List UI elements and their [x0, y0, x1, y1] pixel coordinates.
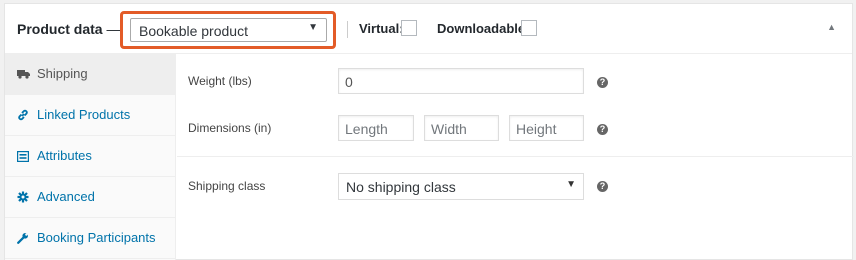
- width-input[interactable]: Width: [424, 115, 499, 141]
- shipping-class-select[interactable]: No shipping class ▼: [338, 173, 584, 200]
- product-data-panel: Product data — Bookable product ▼ Virtua…: [4, 3, 854, 260]
- tab-linked-products[interactable]: Linked Products: [5, 95, 175, 136]
- help-icon[interactable]: ?: [597, 77, 608, 88]
- chevron-down-icon: ▼: [308, 22, 318, 33]
- truck-icon: [17, 54, 31, 94]
- tab-label: Advanced: [37, 189, 95, 204]
- shipping-class-value: No shipping class: [346, 179, 456, 195]
- highlight-box: Bookable product ▼: [120, 11, 336, 49]
- height-input[interactable]: Height: [509, 115, 584, 141]
- shipping-panel: Weight (lbs) 0 ? Dimensions (in) Length …: [177, 54, 854, 260]
- tab-label: Shipping: [37, 66, 88, 81]
- panel-header: Product data — Bookable product ▼ Virtua…: [5, 4, 852, 54]
- tab-booking-participants[interactable]: Booking Participants: [5, 218, 175, 259]
- product-type-select[interactable]: Bookable product ▼: [130, 18, 327, 42]
- downloadable-checkbox[interactable]: [521, 20, 537, 36]
- divider: [347, 21, 348, 38]
- chevron-down-icon: ▼: [566, 179, 576, 190]
- weight-label: Weight (lbs): [188, 74, 252, 88]
- wrench-icon: [17, 218, 31, 258]
- tab-shipping[interactable]: Shipping: [5, 54, 175, 95]
- help-icon[interactable]: ?: [597, 124, 608, 135]
- weight-input[interactable]: 0: [338, 68, 584, 94]
- downloadable-label: Downloadable:: [437, 21, 530, 36]
- virtual-checkbox[interactable]: [401, 20, 417, 36]
- dimensions-label: Dimensions (in): [188, 121, 272, 135]
- product-data-tabs: Shipping Linked Products Attributes Adva…: [5, 54, 176, 260]
- shipping-class-label: Shipping class: [188, 179, 266, 193]
- tab-label: Attributes: [37, 148, 92, 163]
- tab-label: Booking Participants: [37, 230, 156, 245]
- tab-advanced[interactable]: Advanced: [5, 177, 175, 218]
- tab-attributes[interactable]: Attributes: [5, 136, 175, 177]
- panel-title: Product data —: [17, 21, 121, 37]
- help-icon[interactable]: ?: [597, 181, 608, 192]
- collapse-arrow-icon[interactable]: ▲: [827, 22, 836, 32]
- length-input[interactable]: Length: [338, 115, 414, 141]
- list-icon: [17, 136, 31, 176]
- divider: [177, 156, 854, 157]
- tab-label: Linked Products: [37, 107, 131, 122]
- link-icon: [17, 95, 31, 135]
- virtual-label: Virtual:: [359, 21, 404, 36]
- gear-icon: [17, 177, 31, 217]
- product-type-value: Bookable product: [139, 23, 248, 39]
